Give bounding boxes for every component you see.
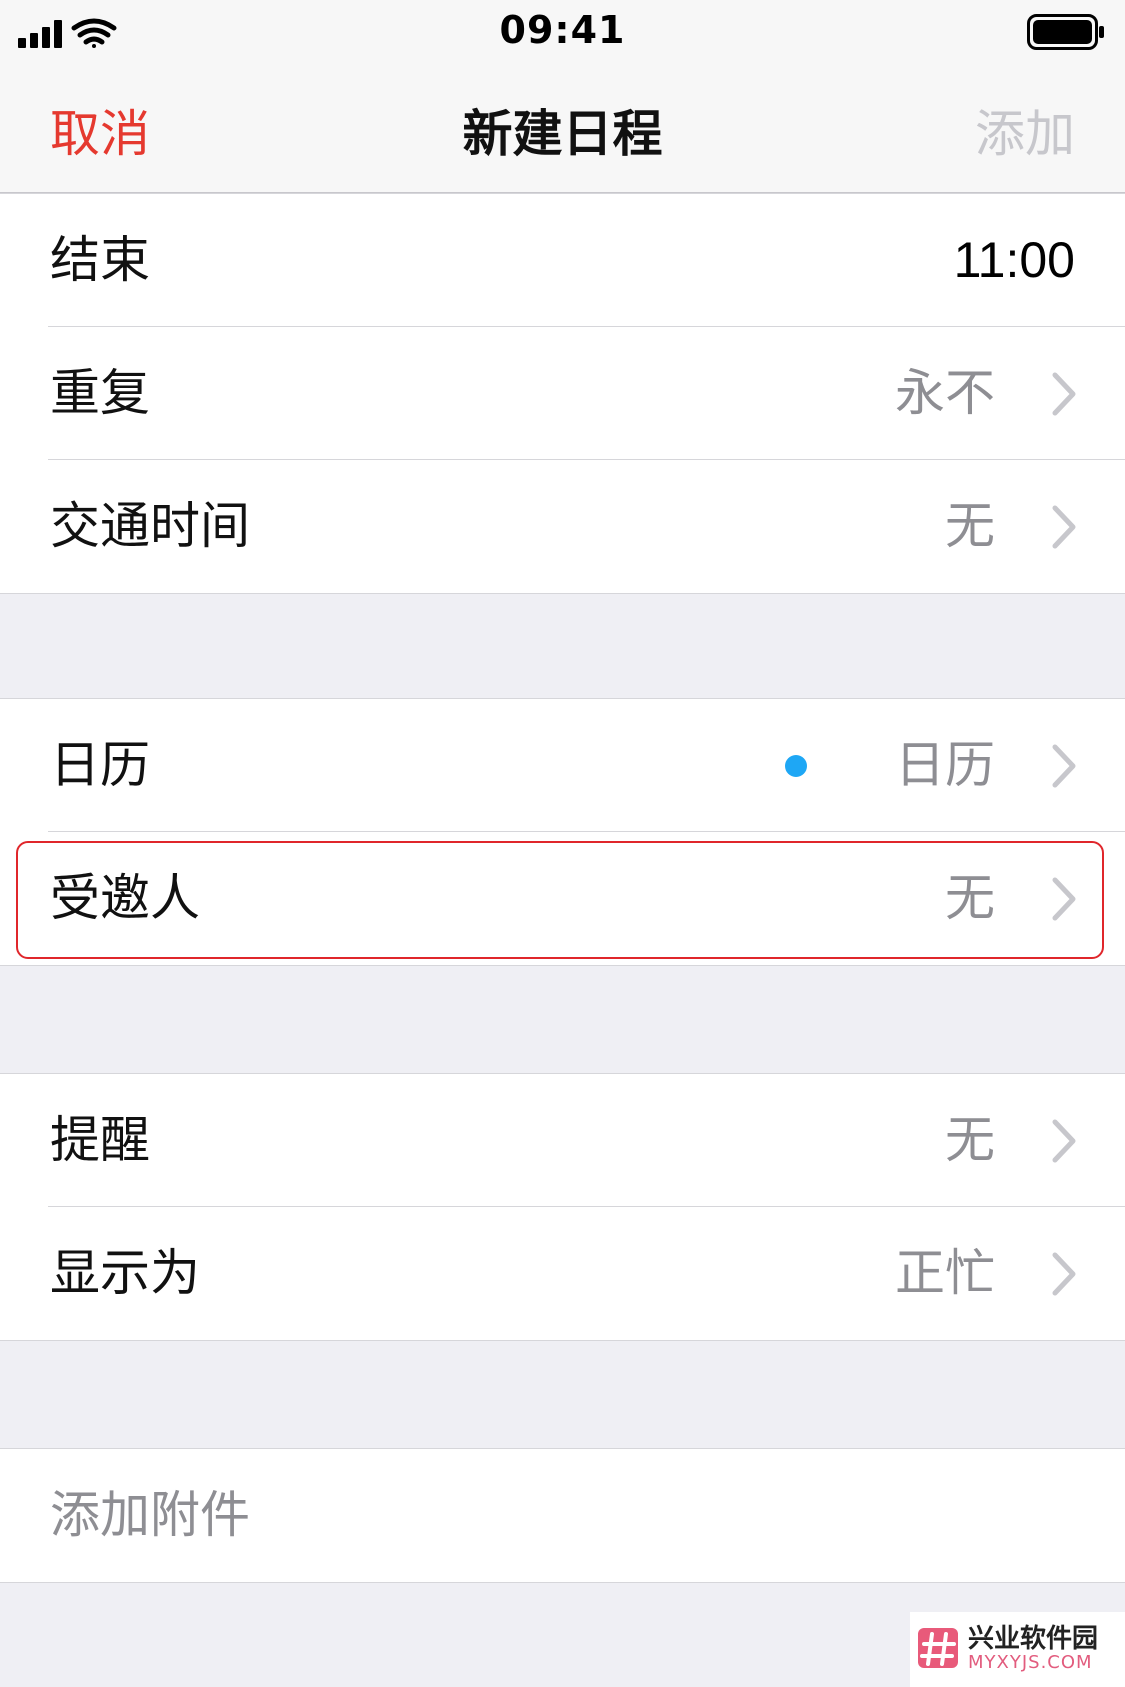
travel-time-value: 无 <box>945 497 995 555</box>
navigation-bar: 取消 新建日程 添加 <box>0 66 1125 194</box>
add-attachment-label: 添加附件 <box>50 1486 250 1544</box>
invitees-label: 受邀人 <box>50 869 200 927</box>
chevron-right-icon <box>1052 505 1076 549</box>
add-button[interactable]: 添加 <box>975 94 1075 166</box>
hash-logo-icon <box>918 1628 958 1668</box>
calendar-invitees-group: 日历 日历 受邀人 无 <box>0 698 1125 966</box>
chevron-right-icon <box>1052 1252 1076 1296</box>
watermark: 兴业软件园 MYXYJS.COM <box>910 1612 1125 1687</box>
end-time-row[interactable]: 结束 11:00 <box>0 194 1125 327</box>
alert-label: 提醒 <box>50 1111 150 1169</box>
attachment-group: 添加附件 <box>0 1448 1125 1583</box>
status-bar: 09:41 <box>0 0 1125 66</box>
show-as-value: 正忙 <box>895 1244 995 1302</box>
watermark-name: 兴业软件园 <box>968 1624 1099 1654</box>
status-time: 09:41 <box>499 8 626 52</box>
show-as-row[interactable]: 显示为 正忙 <box>0 1207 1125 1340</box>
chevron-right-icon <box>1052 877 1076 921</box>
calendar-row[interactable]: 日历 日历 <box>0 699 1125 832</box>
chevron-right-icon <box>1052 1119 1076 1163</box>
calendar-label: 日历 <box>50 736 150 794</box>
chevron-right-icon <box>1052 372 1076 416</box>
watermark-url: MYXYJS.COM <box>968 1652 1093 1673</box>
travel-time-label: 交通时间 <box>50 497 250 555</box>
alert-showas-group: 提醒 无 显示为 正忙 <box>0 1073 1125 1341</box>
invitees-value: 无 <box>945 869 995 927</box>
page-title: 新建日程 <box>462 105 663 163</box>
battery-full-icon <box>1027 14 1104 50</box>
chevron-right-icon <box>1052 744 1076 788</box>
calendar-value: 日历 <box>895 736 995 794</box>
end-time-value: 11:00 <box>953 232 1075 288</box>
travel-time-row[interactable]: 交通时间 无 <box>0 460 1125 593</box>
end-time-label: 结束 <box>50 231 150 289</box>
alert-row[interactable]: 提醒 无 <box>0 1074 1125 1207</box>
repeat-label: 重复 <box>50 364 150 422</box>
add-attachment-row[interactable]: 添加附件 <box>0 1449 1125 1582</box>
time-settings-group: 结束 11:00 重复 永不 交通时间 无 <box>0 193 1125 594</box>
invitees-row[interactable]: 受邀人 无 <box>0 832 1125 965</box>
calendar-color-dot <box>785 755 807 777</box>
show-as-label: 显示为 <box>50 1244 200 1302</box>
repeat-row[interactable]: 重复 永不 <box>0 327 1125 460</box>
repeat-value: 永不 <box>895 364 995 422</box>
alert-value: 无 <box>945 1111 995 1169</box>
